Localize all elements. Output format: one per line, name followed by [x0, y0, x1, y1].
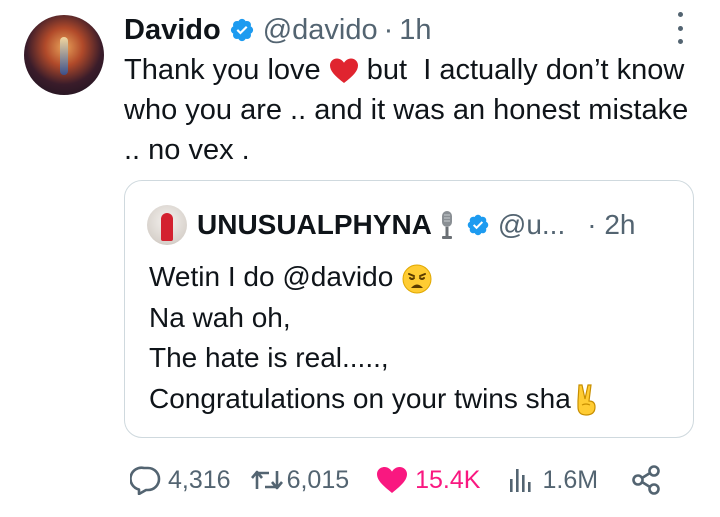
action-bar: 4,316 6,015 15.4K 1.6M — [130, 458, 690, 502]
quoted-line: Congratulations on your twins sha — [149, 379, 679, 420]
repost-icon — [250, 470, 283, 490]
verified-badge-icon — [230, 18, 253, 42]
author-handle[interactable]: @davido — [263, 14, 378, 47]
reply-button[interactable]: 4,316 — [130, 465, 231, 495]
views-button[interactable]: 1.6M — [506, 465, 598, 495]
separator-dot: · — [383, 13, 394, 46]
views-count: 1.6M — [542, 465, 599, 494]
tweet-header: Davido @davido · 1h — [124, 10, 432, 50]
like-icon — [377, 467, 408, 493]
reply-icon — [130, 466, 161, 495]
quoted-header: UNUSUALPHYNA @u... · 2h — [147, 203, 636, 247]
verified-badge-icon — [467, 214, 489, 236]
tweet-text: Thank you love but I actually don’t know… — [124, 50, 704, 170]
quoted-author-name[interactable]: UNUSUALPHYNA — [197, 209, 432, 241]
like-button[interactable]: 15.4K — [375, 465, 480, 495]
share-icon — [632, 465, 660, 495]
quoted-timestamp[interactable]: · 2h — [587, 209, 635, 241]
author-name[interactable]: Davido — [124, 14, 221, 47]
quoted-handle[interactable]: @u... — [498, 209, 565, 241]
weary-face-emoji — [402, 264, 432, 294]
victory-hand-emoji — [577, 384, 596, 416]
quoted-text: Wetin I do @davido Na wah oh, The hate i… — [149, 257, 679, 419]
heart-emoji — [329, 58, 358, 84]
quoted-tweet[interactable]: UNUSUALPHYNA @u... · 2h Wetin I do @davi… — [124, 180, 694, 438]
reply-count: 4,316 — [168, 465, 231, 494]
quoted-line: Wetin I do @davido — [149, 257, 679, 298]
repost-count: 6,015 — [286, 465, 350, 494]
microphone-icon — [441, 211, 452, 239]
quoted-line: Na wah oh, — [149, 301, 291, 333]
share-button[interactable] — [630, 464, 664, 496]
quoted-line-4: Congratulations on your twins sha — [149, 382, 571, 414]
quoted-line: The hate is real....., — [149, 342, 389, 373]
tweet-timestamp[interactable]: 1h — [399, 14, 431, 47]
more-icon[interactable] — [678, 12, 686, 44]
quoted-avatar[interactable] — [147, 205, 187, 245]
views-icon — [510, 469, 532, 492]
repost-button[interactable]: 6,015 — [249, 465, 350, 495]
quoted-line-1: Wetin I do @davido — [149, 261, 402, 292]
tweet-text-before: Thank you love — [124, 54, 329, 86]
author-avatar[interactable] — [24, 15, 104, 95]
like-count: 15.4K — [415, 465, 481, 494]
